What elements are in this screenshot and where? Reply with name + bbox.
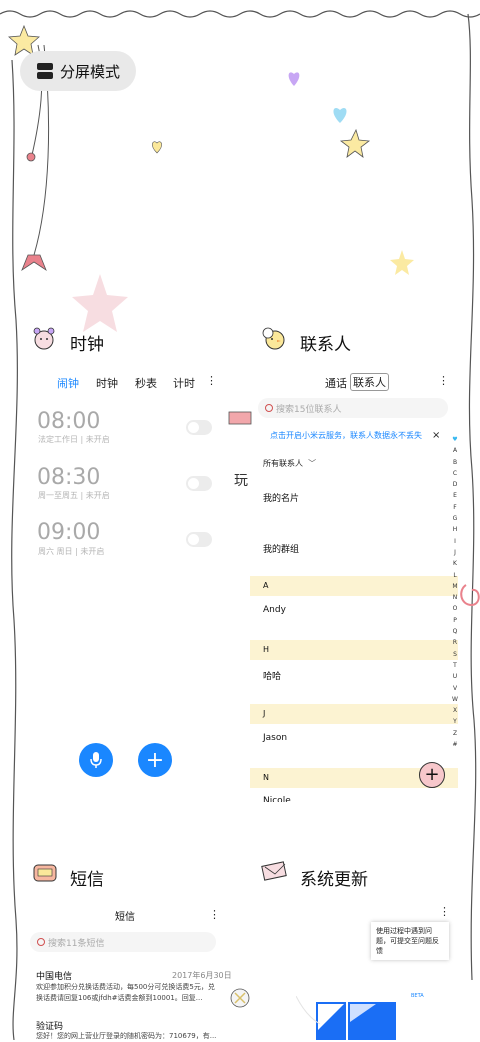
alphabet-index-letter[interactable]: W <box>451 694 459 705</box>
alphabet-index-letter[interactable]: V <box>451 683 459 694</box>
alphabet-index-letter[interactable]: L <box>451 570 459 581</box>
alphabet-index[interactable]: ♥ A B C D E F G H I J K L M N O P Q R S T U V W X Y Z # <box>451 434 459 750</box>
feedback-tooltip[interactable]: 使用过程中遇到问题，可提交至问题反馈 <box>371 922 449 960</box>
contacts-more-icon[interactable]: ⋮ <box>438 374 449 387</box>
contacts-search-input[interactable]: 搜索15位联系人 <box>258 398 448 418</box>
alarm-toggle[interactable] <box>186 476 212 491</box>
envelope-sticker-icon <box>261 861 287 881</box>
alarm-time: 09:00 <box>37 520 101 545</box>
my-card-item[interactable]: 我的名片 <box>263 491 299 504</box>
tab-clock[interactable]: 时钟 <box>96 375 118 391</box>
split-screen-button[interactable]: 分屏模式 <box>20 51 136 91</box>
alphabet-index-letter[interactable]: S <box>451 649 459 660</box>
tab-calls[interactable]: 通话 <box>325 375 347 391</box>
alphabet-index-letter[interactable]: M <box>451 581 459 592</box>
microphone-icon <box>90 752 102 768</box>
sms-search-input[interactable]: 搜索11条短信 <box>30 932 216 952</box>
my-groups-item[interactable]: 我的群组 <box>263 542 299 555</box>
alarm-toggle[interactable] <box>186 532 212 547</box>
alphabet-index-letter[interactable]: E <box>451 490 459 501</box>
alphabet-index-letter[interactable]: A <box>451 445 459 456</box>
contacts-filter-label: 所有联系人 <box>263 459 303 468</box>
sms-more-icon[interactable]: ⋮ <box>209 908 220 921</box>
alphabet-index-letter[interactable]: X <box>451 705 459 716</box>
alarm-time: 08:30 <box>37 465 101 490</box>
alphabet-index-letter[interactable]: I <box>451 536 459 547</box>
alphabet-index-letter[interactable]: H <box>451 524 459 535</box>
section-header: A <box>250 576 458 596</box>
alphabet-index-letter[interactable]: U <box>451 671 459 682</box>
alphabet-index-letter[interactable]: # <box>451 739 459 750</box>
update-logo-graphic <box>296 996 396 1040</box>
sms-app-title: 短信 <box>70 870 104 890</box>
clock-app-title: 时钟 <box>70 335 104 355</box>
sms-preview: 您好！您的网上营业厅登录的随机密码为：710679，有... <box>36 1032 216 1040</box>
alphabet-index-letter[interactable]: O <box>451 603 459 614</box>
contacts-filter-dropdown[interactable]: 所有联系人 ﹀ <box>263 458 316 469</box>
alarm-subtitle: 法定工作日 | 未开启 <box>38 435 110 444</box>
tab-contacts[interactable]: 联系人 <box>350 373 389 391</box>
tab-alarm[interactable]: 闹钟 <box>57 375 79 391</box>
sms-sticker-icon <box>33 864 57 882</box>
search-icon <box>37 938 45 946</box>
sms-date: 2017年6月30日 <box>172 971 232 980</box>
alphabet-index-letter[interactable]: C <box>451 468 459 479</box>
alphabet-index-letter[interactable]: G <box>451 513 459 524</box>
side-text: 玩 <box>234 473 248 489</box>
alphabet-index-letter[interactable]: Y <box>451 716 459 727</box>
alphabet-index-letter[interactable]: ♥ <box>451 434 459 445</box>
alphabet-index-letter[interactable]: T <box>451 660 459 671</box>
contact-item[interactable]: 哈哈 <box>263 669 281 682</box>
plus-icon: + <box>145 747 165 773</box>
contact-item[interactable]: Nicole <box>263 796 291 802</box>
add-contact-button[interactable]: + <box>419 762 445 788</box>
tab-timer[interactable]: 计时 <box>173 375 195 391</box>
sms-preview: 欢迎参加积分兑换话费活动，每500分可兑换话费5元，兑换话费请回复106或jfd… <box>36 983 215 1002</box>
contacts-app-title: 联系人 <box>300 335 351 355</box>
split-screen-icon <box>37 63 53 79</box>
contact-item[interactable]: Jason <box>263 733 287 743</box>
alphabet-index-letter[interactable]: B <box>451 457 459 468</box>
sms-search-placeholder: 搜索11条短信 <box>48 938 105 949</box>
alphabet-index-letter[interactable]: N <box>451 592 459 603</box>
chevron-down-icon: ﹀ <box>305 459 317 468</box>
section-header: J <box>250 704 458 724</box>
close-icon[interactable]: × <box>432 430 440 441</box>
alphabet-index-letter[interactable]: R <box>451 637 459 648</box>
alphabet-index-letter[interactable]: D <box>451 479 459 490</box>
updater-app-title: 系统更新 <box>300 870 368 890</box>
alphabet-index-letter[interactable]: K <box>451 558 459 569</box>
contact-item[interactable]: Andy <box>263 605 286 615</box>
section-header: H <box>250 640 458 660</box>
alarm-subtitle: 周一至周五 | 未开启 <box>38 491 110 500</box>
alarm-subtitle: 周六 周日 | 未开启 <box>38 547 105 556</box>
alarm-time: 08:00 <box>37 409 101 434</box>
updater-more-icon[interactable]: ⋮ <box>439 905 450 918</box>
tab-stopwatch[interactable]: 秒表 <box>135 375 157 391</box>
alphabet-index-letter[interactable]: P <box>451 615 459 626</box>
alphabet-index-letter[interactable]: J <box>451 547 459 558</box>
cloud-service-banner[interactable]: 点击开启小米云服务，联系人数据永不丢失 <box>270 430 422 441</box>
sms-sender: 中国电信 <box>36 972 73 982</box>
alarm-clock-sticker-icon <box>33 327 55 350</box>
voice-alarm-button[interactable] <box>79 743 113 777</box>
alarm-toggle[interactable] <box>186 420 212 435</box>
add-alarm-button[interactable]: + <box>138 743 172 777</box>
alphabet-index-letter[interactable]: Z <box>451 728 459 739</box>
split-screen-label: 分屏模式 <box>60 62 121 81</box>
clock-more-icon[interactable]: ⋮ <box>206 374 217 387</box>
beta-badge: BETA <box>411 993 424 999</box>
alphabet-index-letter[interactable]: F <box>451 502 459 513</box>
chick-sticker-icon <box>262 327 285 350</box>
contacts-search-placeholder: 搜索15位联系人 <box>276 404 342 415</box>
sms-header: 短信 <box>115 912 135 923</box>
search-icon <box>265 404 273 412</box>
alphabet-index-letter[interactable]: Q <box>451 626 459 637</box>
